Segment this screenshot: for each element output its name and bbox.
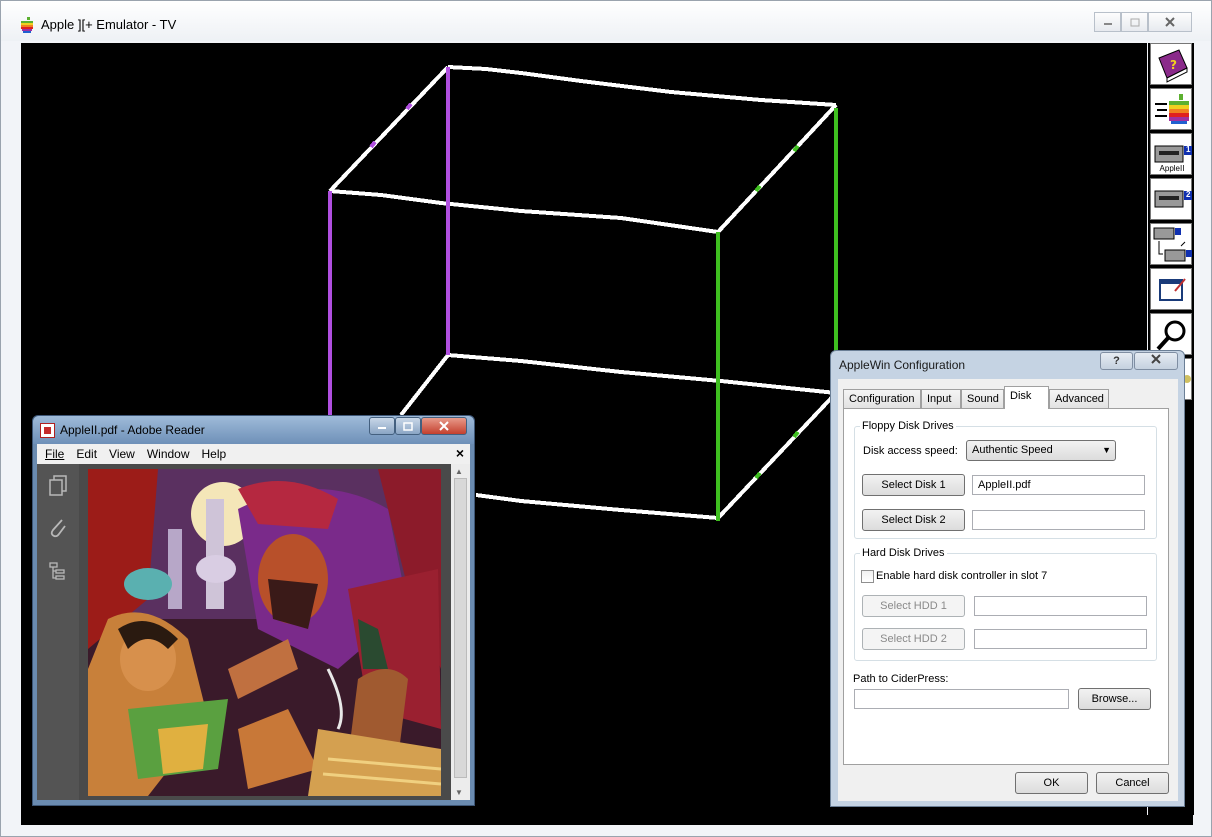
disk-tab-panel: Floppy Disk Drives Disk access speed: Au… [843, 408, 1169, 765]
scroll-down-icon[interactable]: ▼ [455, 788, 463, 797]
apple-logo-icon [21, 17, 33, 33]
menu-file[interactable]: File [45, 447, 64, 461]
maximize-button[interactable] [1121, 12, 1148, 32]
enable-hdd-checkbox[interactable] [861, 570, 874, 583]
minimize-icon [1103, 23, 1112, 25]
ok-button[interactable]: OK [1015, 772, 1088, 794]
cancel-button[interactable]: Cancel [1096, 772, 1169, 794]
ciderpress-label: Path to CiderPress: [853, 673, 949, 685]
svg-text:?: ? [1170, 58, 1177, 72]
scroll-thumb[interactable] [454, 478, 467, 778]
disk-speed-label: Disk access speed: [863, 445, 958, 457]
menu-window[interactable]: Window [147, 447, 190, 461]
reader-navigation-pane [37, 464, 79, 800]
status-strip [21, 815, 1193, 825]
config-dialog: AppleWin Configuration ? Configuration I… [830, 350, 1185, 807]
disk1-caption: AppleII [1159, 164, 1185, 173]
reader-maximize-button[interactable] [395, 417, 421, 435]
minimize-icon [378, 427, 386, 429]
chevron-down-icon: ▼ [1102, 445, 1111, 455]
disk1-number: 1 [1186, 145, 1191, 154]
select-hdd1-button[interactable]: Select HDD 1 [862, 595, 965, 617]
menu-view[interactable]: View [109, 447, 135, 461]
maximize-icon [1130, 18, 1139, 26]
maximize-icon [403, 421, 413, 431]
run-button[interactable] [1150, 88, 1192, 130]
select-disk1-button[interactable]: Select Disk 1 [862, 474, 965, 496]
disk2-path-field[interactable] [972, 510, 1145, 530]
title-bar[interactable]: Apple ][+ Emulator - TV [1, 1, 1211, 41]
reader-document-area[interactable] [79, 464, 451, 800]
close-icon [439, 421, 449, 431]
reader-title-bar[interactable]: AppleII.pdf - Adobe Reader [33, 416, 474, 444]
window-title: Apple ][+ Emulator - TV [41, 17, 177, 32]
disk1-button[interactable]: 1 AppleII [1150, 133, 1192, 175]
dialog-help-button[interactable]: ? [1100, 352, 1133, 370]
select-disk2-button[interactable]: Select Disk 2 [862, 509, 965, 531]
close-document-button[interactable]: × [456, 445, 464, 461]
reader-minimize-button[interactable] [369, 417, 395, 435]
tab-advanced[interactable]: Advanced [1049, 389, 1109, 408]
dialog-body: Configuration Input Sound Disk Advanced … [838, 379, 1178, 801]
hdd-group-label: Hard Disk Drives [860, 547, 947, 559]
floppy-group-label: Floppy Disk Drives [860, 420, 956, 432]
tab-input[interactable]: Input [921, 389, 961, 408]
disk1-path-field[interactable]: AppleII.pdf [972, 475, 1145, 495]
tab-disk[interactable]: Disk [1004, 386, 1049, 409]
scroll-up-icon[interactable]: ▲ [455, 467, 463, 476]
adobe-reader-window: AppleII.pdf - Adobe Reader File Edit Vie… [32, 415, 475, 806]
bookmarks-icon[interactable] [47, 560, 69, 582]
reader-scrollbar[interactable]: ▲ ▼ [451, 464, 470, 800]
reader-menu-bar: File Edit View Window Help × [37, 444, 470, 464]
dialog-title: AppleWin Configuration [839, 358, 966, 372]
enable-hdd-label[interactable]: Enable hard disk controller in slot 7 [876, 570, 1047, 582]
menu-edit[interactable]: Edit [76, 447, 97, 461]
prince-of-persia-cover-image [88, 469, 441, 796]
hdd2-path-field[interactable] [974, 629, 1147, 649]
fullscreen-icon [1159, 278, 1186, 301]
help-book-icon: ? [1158, 49, 1188, 83]
disk-speed-select[interactable]: Authentic Speed ▼ [966, 440, 1116, 461]
close-icon [1151, 354, 1161, 364]
close-button[interactable] [1148, 12, 1192, 32]
attachments-icon[interactable] [47, 516, 69, 538]
disk2-number: 2 [1186, 190, 1191, 199]
ciderpress-path-field[interactable] [854, 689, 1069, 709]
help-button[interactable]: ? [1150, 43, 1192, 85]
close-icon [1165, 17, 1175, 27]
debug-button[interactable] [1150, 313, 1192, 355]
hdd1-path-field[interactable] [974, 596, 1147, 616]
disk2-button[interactable]: 2 [1150, 178, 1192, 220]
fullscreen-button[interactable] [1150, 268, 1192, 310]
swap-disks-icon [1153, 227, 1192, 262]
pdf-page [88, 469, 441, 796]
browse-button[interactable]: Browse... [1078, 688, 1151, 710]
minimize-button[interactable] [1094, 12, 1121, 32]
reader-close-button[interactable] [421, 417, 467, 435]
swap-disks-button[interactable] [1150, 223, 1192, 265]
tab-sound[interactable]: Sound [961, 389, 1004, 408]
menu-help[interactable]: Help [202, 447, 227, 461]
pdf-icon [40, 423, 55, 438]
reader-title: AppleII.pdf - Adobe Reader [60, 423, 205, 437]
floppy-drive-2-icon [1154, 190, 1192, 208]
apple-menu-icon [1155, 94, 1189, 124]
select-hdd2-button[interactable]: Select HDD 2 [862, 628, 965, 650]
dialog-close-button[interactable] [1134, 352, 1178, 370]
disk-speed-value: Authentic Speed [972, 444, 1053, 456]
pages-icon[interactable] [47, 474, 69, 496]
tab-configuration[interactable]: Configuration [843, 389, 921, 408]
